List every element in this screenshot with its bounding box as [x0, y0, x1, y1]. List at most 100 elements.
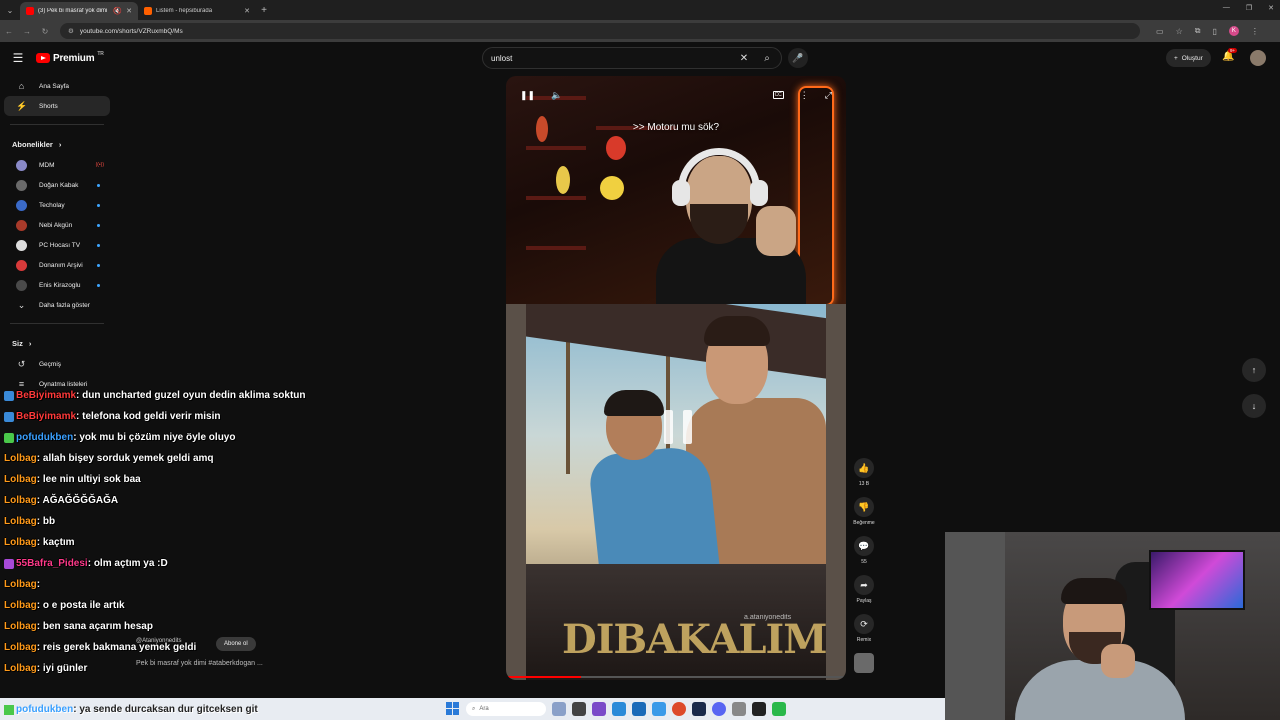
- chat-message: BeBiyimamk: telefona kod geldi verir mis…: [0, 406, 500, 427]
- chat-badge-icon: [4, 704, 14, 715]
- maximize-icon[interactable]: ❐: [1246, 4, 1252, 12]
- captions-icon[interactable]: CC: [772, 91, 784, 99]
- sidebar-channel[interactable]: Nebi Akgün: [4, 215, 110, 235]
- dislike-action[interactable]: 👎 Beğenme: [852, 497, 876, 526]
- menu-hamburger-icon[interactable]: ☰: [0, 51, 36, 65]
- profile-avatar[interactable]: K: [1228, 26, 1239, 36]
- create-button[interactable]: + Oluştur: [1166, 49, 1211, 67]
- bookmark-star-icon[interactable]: ☆: [1176, 27, 1183, 36]
- forward-icon[interactable]: →: [18, 27, 36, 36]
- remix-action[interactable]: ⟳ Remix: [852, 614, 876, 643]
- previous-short-button[interactable]: ↑: [1242, 358, 1266, 382]
- reload-icon[interactable]: ↻: [36, 27, 54, 36]
- tab-hepsiburada[interactable]: Listem - hepsiburada ✕: [138, 2, 256, 20]
- new-tab-plus-icon[interactable]: +: [256, 5, 272, 16]
- sidebar-channel[interactable]: Techolay: [4, 195, 110, 215]
- chrome-icon[interactable]: [672, 702, 686, 716]
- voice-search-mic-icon[interactable]: 🎤: [788, 48, 808, 68]
- extensions-icon[interactable]: ⧉: [1195, 26, 1201, 36]
- sidebar-channel[interactable]: Enis Kirazoglu: [4, 275, 110, 295]
- taskbar-search-placeholder: Ara: [479, 706, 489, 712]
- windows-start-icon[interactable]: [446, 702, 459, 715]
- shorts-icon: ⚡: [16, 100, 28, 111]
- store-icon[interactable]: [632, 702, 646, 716]
- more-options-icon[interactable]: ⋮: [800, 90, 809, 101]
- chat-text: : AĞAĞĞĞĞAĞA: [36, 495, 119, 506]
- hepsiburada-favicon-icon: [144, 7, 152, 15]
- like-action[interactable]: 👍 13 B: [852, 458, 876, 487]
- comment-action[interactable]: 💬 55: [852, 536, 876, 565]
- app-icon[interactable]: [592, 702, 606, 716]
- chat-text: : iyi günler: [36, 663, 88, 674]
- comment-icon[interactable]: 💬: [854, 536, 874, 556]
- you-heading[interactable]: Siz ›: [0, 332, 114, 354]
- sidebar-channel[interactable]: PC Hocası TV: [4, 235, 110, 255]
- close-tab-icon[interactable]: ✕: [126, 7, 132, 15]
- channel-avatar: [16, 279, 27, 291]
- steam-icon[interactable]: [692, 702, 706, 716]
- settings-gear-icon[interactable]: [732, 702, 746, 716]
- obs-icon[interactable]: [752, 702, 766, 716]
- chat-username: Lolbag: [4, 600, 37, 611]
- url-field[interactable]: ⚙ youtube.com/shorts/VZRuxmbQ/Ms: [60, 23, 1140, 39]
- back-icon[interactable]: ←: [0, 27, 18, 36]
- app-icon[interactable]: [652, 702, 666, 716]
- video-progress-bar[interactable]: [506, 676, 846, 678]
- tab-youtube[interactable]: (3) Pek bi masraf yok dimi ... 🔇 ✕: [20, 2, 138, 20]
- sidebar-channel[interactable]: Doğan Kabak: [4, 175, 110, 195]
- chat-text: : lee nin ultiyi sok baa: [36, 474, 141, 485]
- taskbar-search[interactable]: ⌕ Ara: [466, 702, 546, 716]
- dislike-icon[interactable]: 👎: [854, 497, 874, 517]
- remix-icon[interactable]: ⟳: [854, 614, 874, 634]
- sidebar-channel[interactable]: Donanım Arşivi: [4, 255, 110, 275]
- you-title: Siz: [12, 338, 23, 348]
- chat-badge-icon: [4, 558, 14, 569]
- sidebar-channel-mdm[interactable]: MDM ((•)): [4, 155, 110, 175]
- tab-mute-icon[interactable]: 🔇: [113, 7, 122, 15]
- pause-overlay-icon[interactable]: [664, 410, 692, 444]
- pause-icon[interactable]: ❚❚: [520, 90, 535, 101]
- subscriptions-heading[interactable]: Abonelikler ›: [0, 133, 114, 155]
- account-avatar[interactable]: [1250, 50, 1266, 66]
- sidebar-item-label: Shorts: [39, 102, 58, 110]
- widgets-icon[interactable]: [572, 702, 586, 716]
- close-tab-icon[interactable]: ✕: [244, 7, 250, 15]
- search-icon[interactable]: ⌕: [753, 53, 781, 64]
- tab-search-chevron-icon[interactable]: ⌄: [0, 0, 20, 20]
- channel-name: Donanım Arşivi: [39, 261, 83, 269]
- channel-name: Doğan Kabak: [39, 181, 79, 189]
- app-icon[interactable]: [772, 702, 786, 716]
- clear-search-icon[interactable]: ✕: [735, 53, 753, 64]
- edge-icon[interactable]: [612, 702, 626, 716]
- sidepanel-icon[interactable]: ▯: [1212, 27, 1216, 36]
- volume-icon[interactable]: 🔈: [551, 90, 562, 101]
- chat-username: Lolbag: [4, 516, 37, 527]
- cast-icon[interactable]: ▭: [1156, 27, 1164, 36]
- like-icon[interactable]: 👍: [854, 458, 874, 478]
- sidebar-item-history[interactable]: ↺ Geçmiş: [4, 354, 110, 374]
- share-action[interactable]: ➦ Paylaş: [852, 575, 876, 604]
- discord-icon[interactable]: [712, 702, 726, 716]
- search-input[interactable]: [491, 53, 735, 63]
- sidebar-item-shorts[interactable]: ⚡ Shorts: [4, 96, 110, 116]
- channel-avatar: [16, 219, 27, 231]
- shorts-video-player[interactable]: ❚❚ 🔈 CC ⋮ ⤢ >> Motoru mu sök? DIBAKALIM …: [506, 76, 846, 680]
- browser-menu-icon[interactable]: ⋮: [1251, 27, 1259, 36]
- task-view-icon[interactable]: [552, 702, 566, 716]
- next-short-button[interactable]: ↓: [1242, 394, 1266, 418]
- streamer-camera-frame: [506, 76, 846, 304]
- youtube-premium-logo[interactable]: Premium TR: [36, 51, 104, 64]
- minimize-icon[interactable]: —: [1223, 4, 1230, 12]
- site-info-icon[interactable]: ⚙: [68, 27, 74, 35]
- sound-thumbnail[interactable]: [852, 653, 876, 673]
- sidebar-show-more[interactable]: ⌄ Daha fazla göster: [4, 295, 110, 315]
- sidebar-item-home[interactable]: ⌂ Ana Sayfa: [4, 76, 110, 96]
- chat-message: Lolbag: AĞAĞĞĞĞAĞA: [0, 490, 500, 511]
- address-toolbar: ← → ↻ ⚙ youtube.com/shorts/VZRuxmbQ/Ms ▭…: [0, 20, 1280, 42]
- notifications-bell-icon[interactable]: 🔔 9+: [1222, 48, 1238, 62]
- share-icon[interactable]: ➦: [854, 575, 874, 595]
- audio-thumbnail[interactable]: [854, 653, 874, 673]
- close-window-icon[interactable]: ✕: [1268, 4, 1274, 12]
- fullscreen-icon[interactable]: ⤢: [825, 90, 832, 101]
- chat-username: 55Bafra_Pidesi: [16, 558, 88, 569]
